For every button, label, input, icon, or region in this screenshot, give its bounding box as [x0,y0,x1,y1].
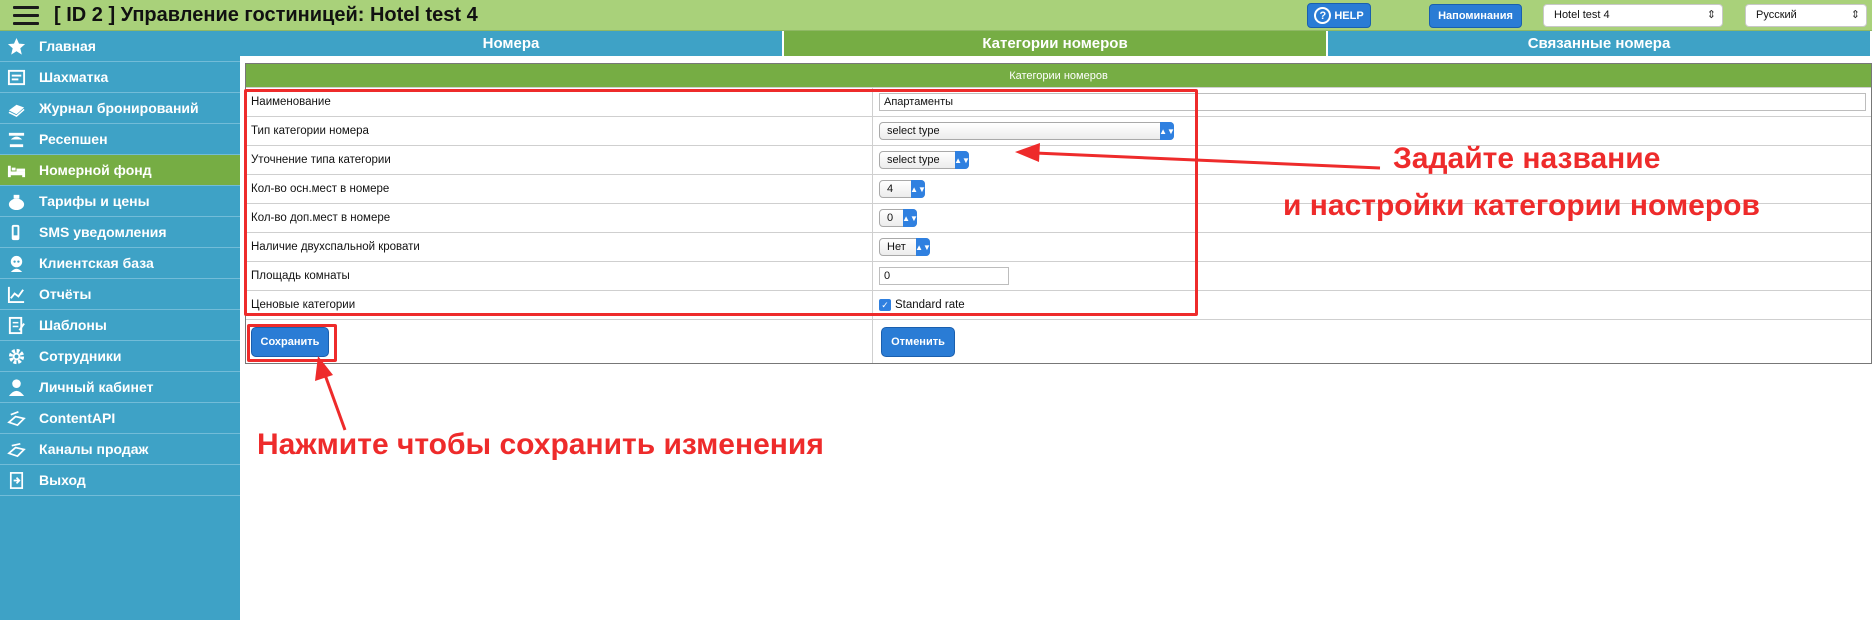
arrow-to-settings [1015,143,1381,170]
annotation-save-hint: Нажмите чтобы сохранить изменения [257,428,824,461]
annotation-configure-category: и настройки категории номеров [1283,189,1760,222]
annotation-set-name: Задайте название [1393,142,1661,175]
annotation-arrows [315,143,1381,431]
arrow-to-save [315,356,347,431]
